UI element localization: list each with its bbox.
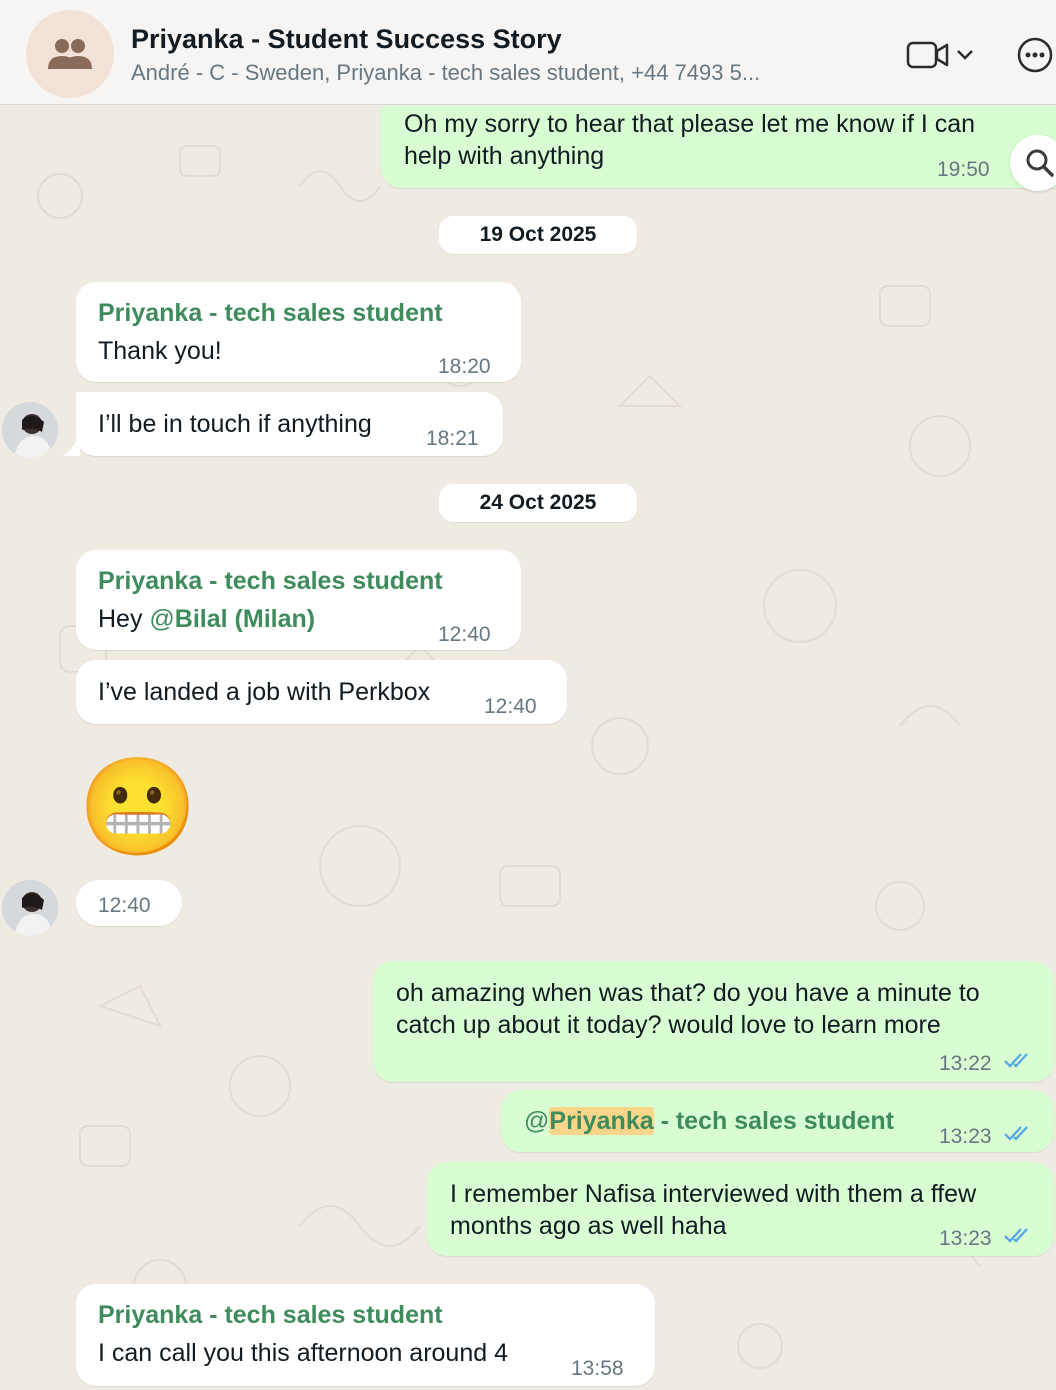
date-separator: 19 Oct 2025: [439, 216, 637, 254]
chat-header: Priyanka - Student Success Story André -…: [0, 0, 1056, 105]
message-bubble-outgoing[interactable]: oh amazing when was that? do you have a …: [373, 961, 1054, 1082]
message-bubble-incoming[interactable]: Priyanka - tech sales student I can call…: [76, 1284, 655, 1386]
mention-at: @: [149, 605, 175, 633]
message-time: 12:40: [484, 695, 537, 718]
bubble-tail: [62, 430, 80, 456]
avatar[interactable]: [2, 402, 58, 458]
message-time: 12:40: [438, 623, 491, 646]
more-options-icon[interactable]: [1017, 37, 1053, 73]
mention-link[interactable]: Bilal (Milan): [175, 605, 315, 633]
search-icon: [1026, 149, 1054, 177]
message-bubble-incoming[interactable]: Priyanka - tech sales student Thank you!…: [76, 282, 521, 382]
sender-name[interactable]: Priyanka - tech sales student: [98, 565, 521, 597]
read-ticks-icon: [1004, 1126, 1028, 1141]
message-text: Oh my sorry to hear that please let me k…: [404, 110, 976, 138]
read-ticks-icon: [1004, 1053, 1028, 1068]
profile-photo: [2, 880, 58, 936]
message-time: 12:40: [98, 894, 151, 917]
read-ticks-icon: [1004, 1228, 1028, 1243]
message-text-prefix: Hey: [98, 605, 150, 633]
chat-title[interactable]: Priyanka - Student Success Story: [131, 24, 562, 55]
group-avatar[interactable]: [26, 10, 114, 98]
message-bubble-incoming[interactable]: Priyanka - tech sales student Hey @Bilal…: [76, 550, 521, 650]
message-bubble-outgoing[interactable]: I remember Nafisa interviewed with them …: [427, 1162, 1054, 1256]
date-separator: 24 Oct 2025: [439, 484, 637, 522]
message-time: 13:23: [939, 1125, 992, 1148]
message-bubble-incoming[interactable]: 12:40: [76, 880, 182, 926]
message-time: 19:50: [937, 158, 990, 181]
video-call-icon: [906, 41, 949, 69]
sender-name[interactable]: Priyanka - tech sales student: [98, 297, 521, 329]
sender-name[interactable]: Priyanka - tech sales student: [98, 1299, 655, 1331]
message-time: 13:22: [939, 1052, 992, 1075]
mention-link[interactable]: Priyanka: [549, 1107, 654, 1135]
mention-at: @: [524, 1107, 550, 1135]
message-text: catch up about it today? would love to l…: [396, 1011, 941, 1039]
message-text: oh amazing when was that? do you have a …: [396, 979, 980, 1007]
message-time: 18:20: [438, 355, 491, 378]
message-time: 18:21: [426, 427, 479, 450]
message-text: I remember Nafisa interviewed with them …: [450, 1180, 977, 1208]
group-icon: [48, 39, 92, 69]
message-bubble-incoming[interactable]: I’ve landed a job with Perkbox 12:40: [76, 660, 567, 724]
profile-photo: [2, 402, 58, 458]
message-bubble-outgoing[interactable]: Oh my sorry to hear that please let me k…: [381, 106, 1056, 188]
grimacing-emoji[interactable]: 😬: [78, 752, 198, 864]
message-time: 13:23: [939, 1227, 992, 1250]
video-call-button[interactable]: [906, 38, 982, 72]
chat-participants[interactable]: André - C - Sweden, Priyanka - tech sale…: [131, 60, 760, 86]
message-bubble-incoming[interactable]: I’ll be in touch if anything 18:21: [76, 392, 503, 456]
chevron-down-icon: [957, 50, 973, 60]
message-bubble-outgoing[interactable]: @Priyanka - tech sales student 13:23: [501, 1090, 1054, 1152]
message-text-rest: - tech sales student: [653, 1107, 894, 1135]
message-time: 13:58: [571, 1357, 624, 1380]
avatar[interactable]: [2, 880, 58, 936]
search-button[interactable]: [1010, 135, 1056, 191]
